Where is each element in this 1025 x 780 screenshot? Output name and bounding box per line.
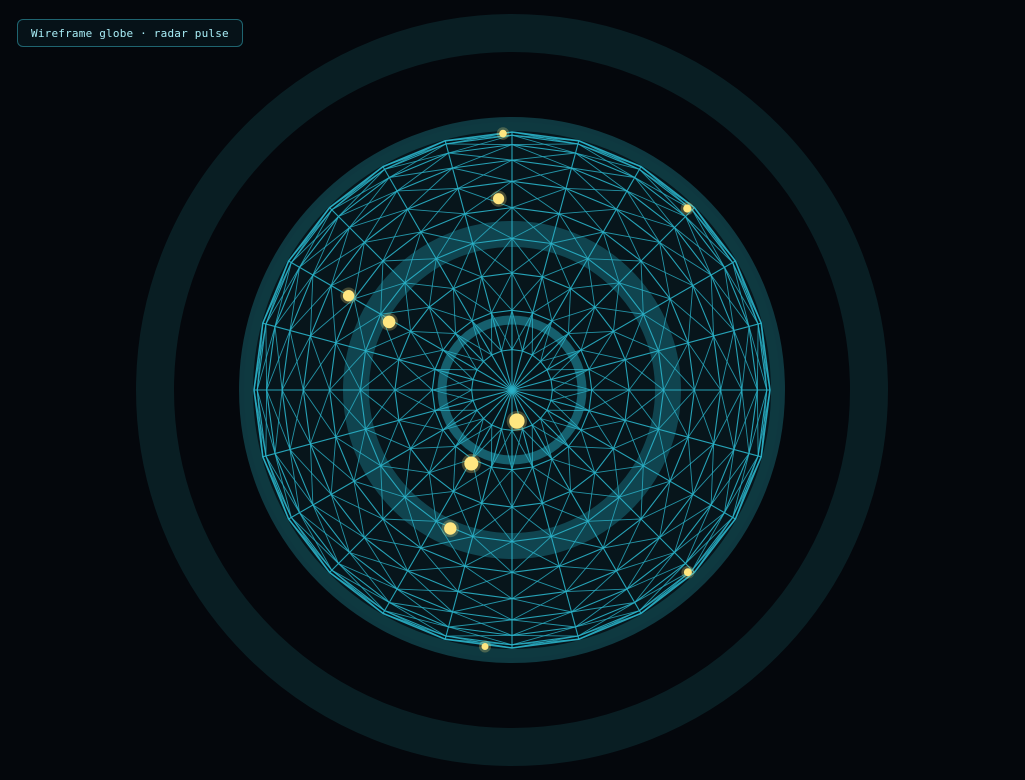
marker-9 bbox=[342, 290, 355, 302]
globe-scene bbox=[136, 14, 888, 766]
marker-5 bbox=[481, 643, 489, 650]
marker-4 bbox=[499, 129, 507, 138]
marker-3 bbox=[493, 193, 505, 205]
marker-1 bbox=[683, 568, 692, 577]
marker-2 bbox=[683, 204, 692, 213]
marker-6 bbox=[464, 456, 479, 471]
scene-title-label: Wireframe globe · radar pulse bbox=[17, 19, 243, 47]
marker-10 bbox=[509, 413, 525, 429]
marker-8 bbox=[382, 315, 396, 329]
marker-7 bbox=[444, 522, 457, 535]
